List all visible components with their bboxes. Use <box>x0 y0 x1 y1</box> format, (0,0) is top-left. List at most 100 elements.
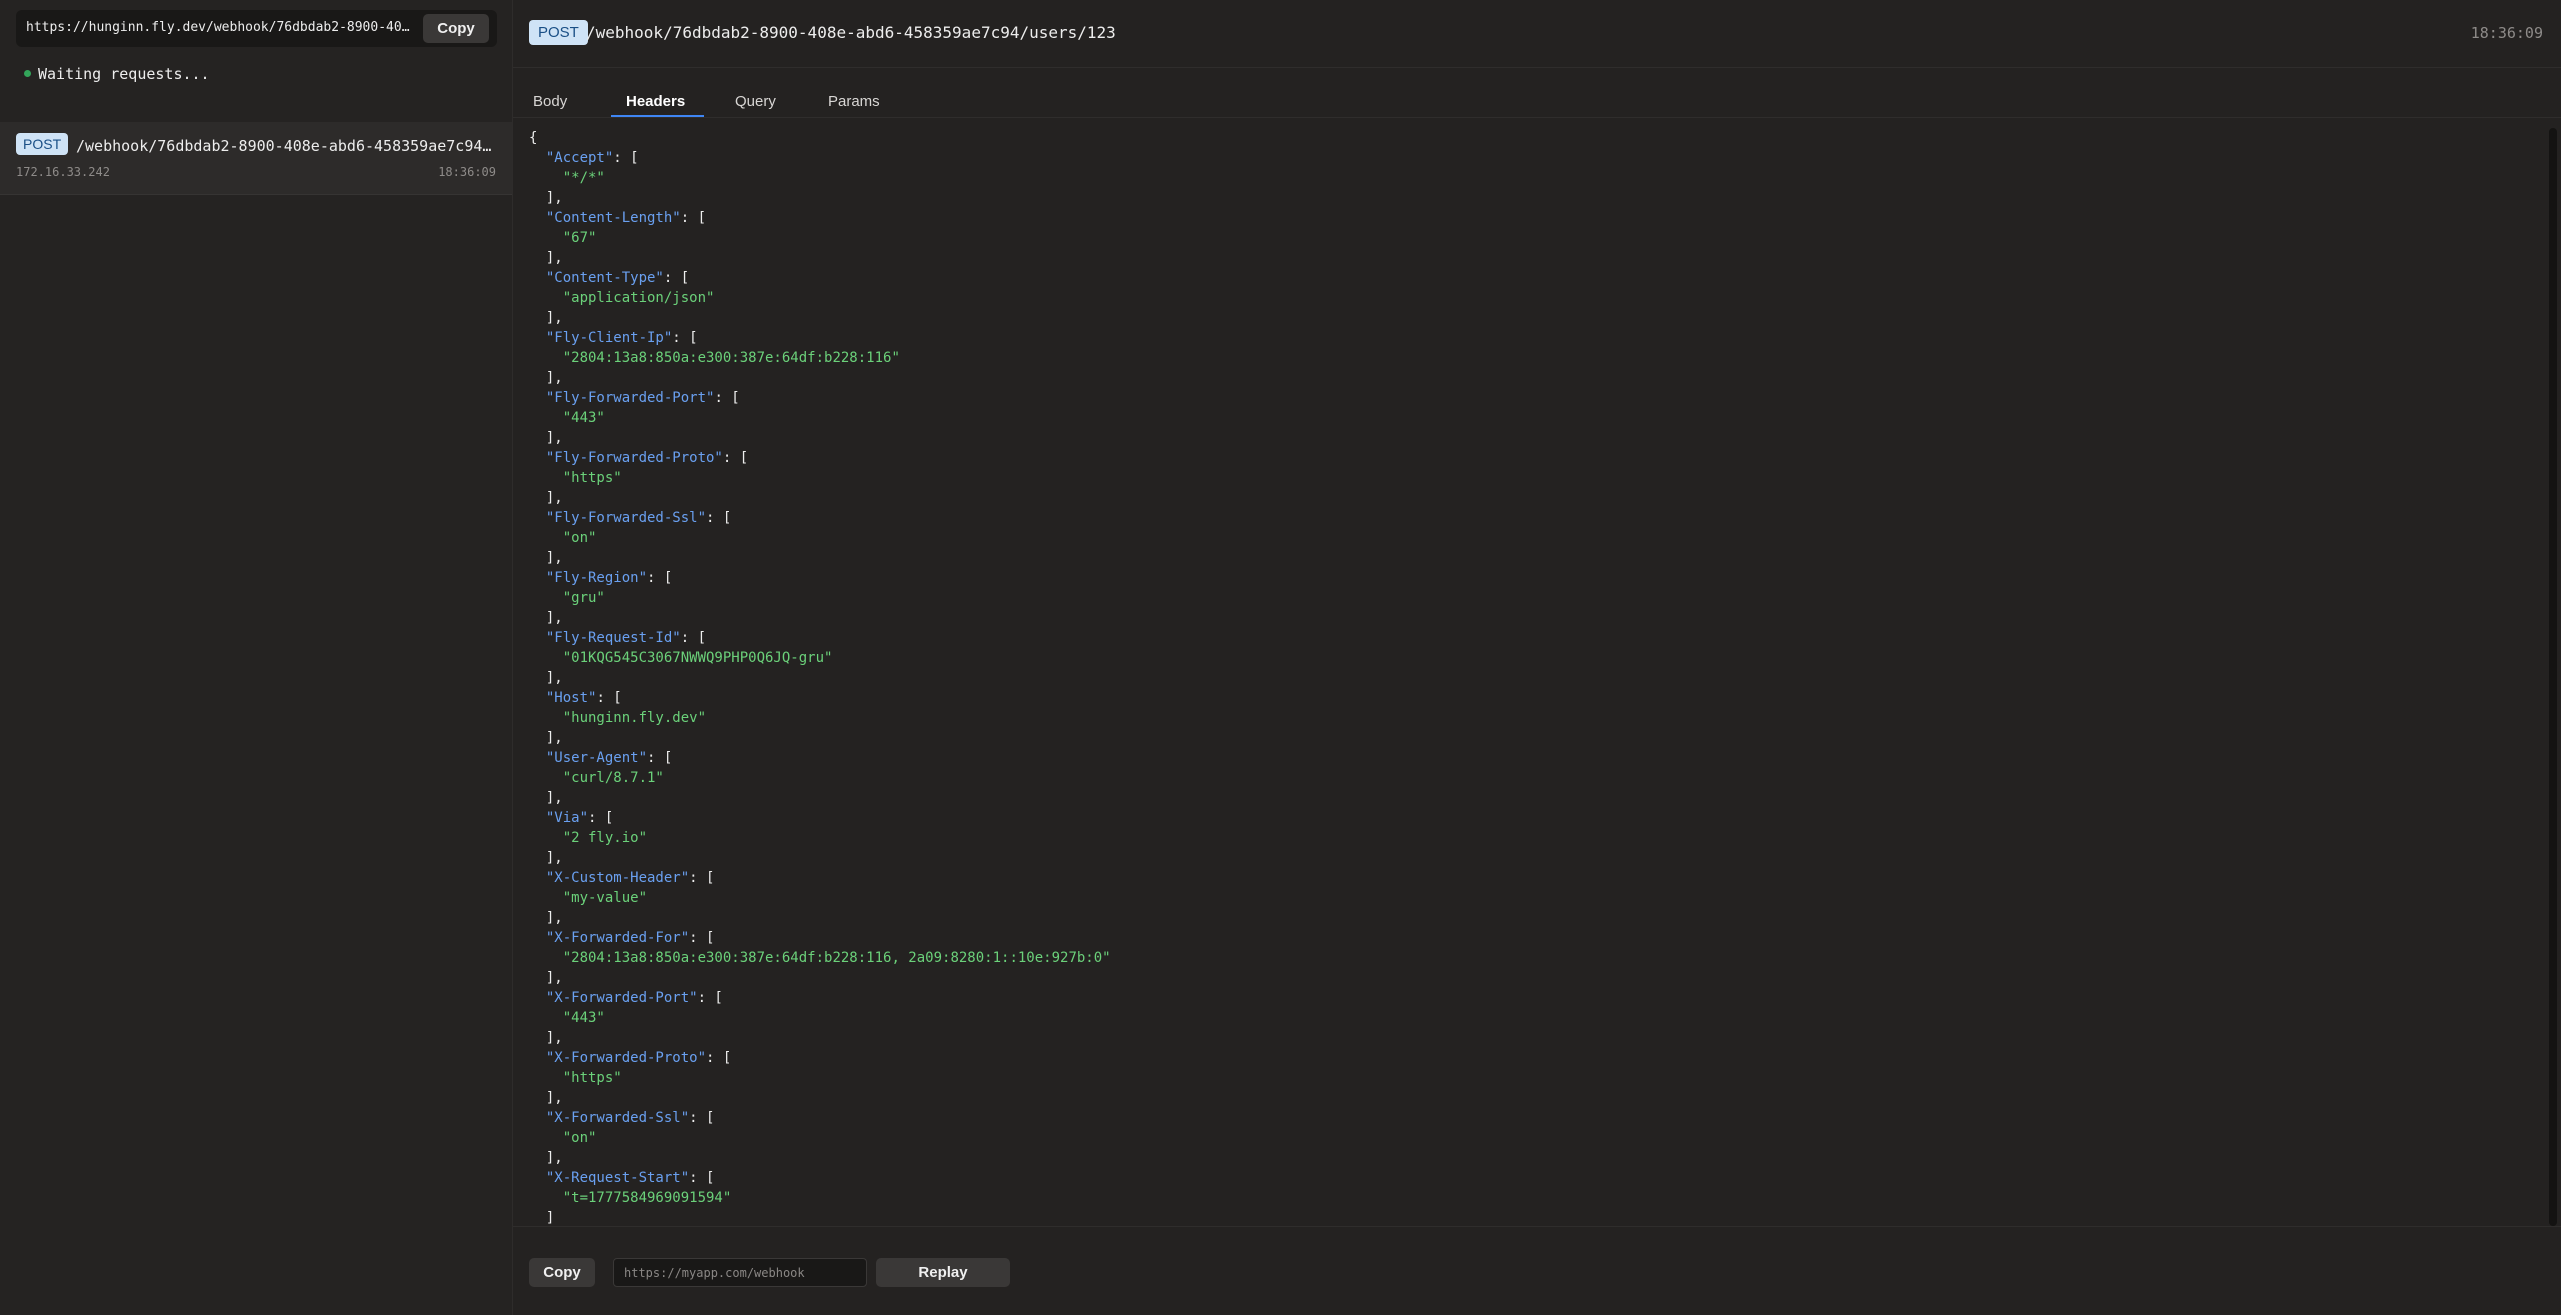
request-path: /webhook/76dbdab2-8900-408e-abd6-458359a… <box>586 23 1116 42</box>
header-value: "https" <box>562 470 622 486</box>
header-key: "Fly-Request-Id" <box>545 630 681 646</box>
json-line: ], <box>529 610 563 626</box>
webhook-url-box: https://hunginn.fly.dev/webhook/76dbdab2… <box>16 10 497 47</box>
json-line: ], <box>529 1150 563 1166</box>
header-key: "User-Agent" <box>545 750 648 766</box>
header-key: "X-Request-Start" <box>545 1170 690 1186</box>
webhook-url[interactable]: https://hunginn.fly.dev/webhook/76dbdab2… <box>26 20 416 35</box>
detail-tabs: Body Headers Query Params <box>513 82 2561 118</box>
json-line: "on" <box>529 528 2539 548</box>
json-line: "443" <box>529 408 2539 428</box>
json-line: "X-Request-Start": [ <box>545 1170 715 1186</box>
request-path: /webhook/76dbdab2-8900-408e-abd6-458359a… <box>76 137 496 155</box>
json-line: ], <box>529 670 563 686</box>
json-line: "Fly-Forwarded-Proto": [ <box>545 450 749 466</box>
header-key: "Accept" <box>545 150 614 166</box>
status-dot-icon <box>24 70 31 77</box>
json-line: ], <box>529 850 563 866</box>
json-line: ], <box>529 1030 563 1046</box>
json-line: ], <box>529 190 563 206</box>
request-detail-panel: POST /webhook/76dbdab2-8900-408e-abd6-45… <box>513 0 2561 1315</box>
header-value: "gru" <box>562 590 605 606</box>
header-key: "Fly-Region" <box>545 570 648 586</box>
json-line: "Fly-Forwarded-Ssl": [ <box>545 510 732 526</box>
header-value: "2804:13a8:850a:e300:387e:64df:b228:116,… <box>562 950 1111 966</box>
header-value: "2804:13a8:850a:e300:387e:64df:b228:116" <box>562 350 900 366</box>
json-line: ], <box>529 1090 563 1106</box>
json-line: "67" <box>529 228 2539 248</box>
replay-target-input[interactable] <box>613 1258 867 1287</box>
json-line: "2804:13a8:850a:e300:387e:64df:b228:116" <box>529 348 2539 368</box>
json-line: "Accept": [ <box>545 150 639 166</box>
json-line: "X-Forwarded-Proto": [ <box>545 1050 732 1066</box>
request-list-item[interactable]: POST /webhook/76dbdab2-8900-408e-abd6-45… <box>0 122 512 195</box>
json-line: ], <box>529 550 563 566</box>
header-value: "01KQG545C3067NWWQ9PHP0Q6JQ-gru" <box>562 650 833 666</box>
tab-body[interactable]: Body <box>533 93 567 110</box>
json-line: ], <box>529 970 563 986</box>
header-value: "443" <box>562 1010 605 1026</box>
json-line: "Content-Length": [ <box>545 210 707 226</box>
detail-header: POST /webhook/76dbdab2-8900-408e-abd6-45… <box>513 0 2561 68</box>
json-line: ], <box>529 790 563 806</box>
status-text: Waiting requests... <box>38 65 210 83</box>
copy-request-button[interactable]: Copy <box>529 1258 595 1287</box>
header-value: "https" <box>562 1070 622 1086</box>
json-line: "hunginn.fly.dev" <box>529 708 2539 728</box>
json-line: "X-Forwarded-Port": [ <box>545 990 723 1006</box>
replay-toolbar: Copy Replay <box>513 1226 2561 1315</box>
json-line: "Via": [ <box>545 810 614 826</box>
json-line: "Fly-Client-Ip": [ <box>545 330 698 346</box>
json-line: ], <box>529 310 563 326</box>
json-line: "https" <box>529 1068 2539 1088</box>
header-value: "2 fly.io" <box>562 830 648 846</box>
json-line: "X-Custom-Header": [ <box>545 870 715 886</box>
request-time: 18:36:09 <box>438 165 496 179</box>
headers-json-viewer: { "Accept": [ "*/*" ], "Content-Length":… <box>529 128 2539 1226</box>
replay-button[interactable]: Replay <box>876 1258 1010 1287</box>
header-key: "Fly-Client-Ip" <box>545 330 673 346</box>
header-value: "t=1777584969091594" <box>562 1190 732 1206</box>
method-badge: POST <box>16 133 69 155</box>
json-line: "Content-Type": [ <box>545 270 690 286</box>
json-line: { <box>529 128 2539 148</box>
json-line: "User-Agent": [ <box>545 750 673 766</box>
copy-url-button[interactable]: Copy <box>423 14 489 43</box>
header-key: "Fly-Forwarded-Proto" <box>545 450 723 466</box>
header-value: "on" <box>562 530 597 546</box>
method-badge: POST <box>529 20 588 45</box>
header-key: "X-Forwarded-Port" <box>545 990 698 1006</box>
json-line: "curl/8.7.1" <box>529 768 2539 788</box>
header-value: "443" <box>562 410 605 426</box>
json-line: "443" <box>529 1008 2539 1028</box>
scrollbar[interactable] <box>2549 128 2557 1226</box>
json-line: ], <box>529 910 563 926</box>
request-time: 18:36:09 <box>2470 24 2543 42</box>
header-key: "X-Forwarded-Ssl" <box>545 1110 690 1126</box>
header-value: "hunginn.fly.dev" <box>562 710 707 726</box>
header-key: "X-Forwarded-Proto" <box>545 1050 707 1066</box>
json-line: "application/json" <box>529 288 2539 308</box>
header-value: "my-value" <box>562 890 648 906</box>
tab-query[interactable]: Query <box>735 93 776 110</box>
active-tab-indicator <box>611 115 704 117</box>
json-line: "Fly-Request-Id": [ <box>545 630 707 646</box>
json-line: "gru" <box>529 588 2539 608</box>
header-value: "on" <box>562 1130 597 1146</box>
tab-headers[interactable]: Headers <box>626 93 685 110</box>
header-value: "application/json" <box>562 290 715 306</box>
header-value: "67" <box>562 230 597 246</box>
header-key: "X-Forwarded-For" <box>545 930 690 946</box>
json-line: ], <box>529 430 563 446</box>
json-line: ], <box>529 490 563 506</box>
json-line: "01KQG545C3067NWWQ9PHP0Q6JQ-gru" <box>529 648 2539 668</box>
tab-params[interactable]: Params <box>828 93 880 110</box>
json-line: "https" <box>529 468 2539 488</box>
json-line: "2804:13a8:850a:e300:387e:64df:b228:116,… <box>529 948 2539 968</box>
json-line: "t=1777584969091594" <box>529 1188 2539 1208</box>
json-line: "2 fly.io" <box>529 828 2539 848</box>
json-line: ], <box>529 250 563 266</box>
json-line: "Host": [ <box>545 690 622 706</box>
json-line: "*/*" <box>529 168 2539 188</box>
header-key: "Content-Length" <box>545 210 681 226</box>
